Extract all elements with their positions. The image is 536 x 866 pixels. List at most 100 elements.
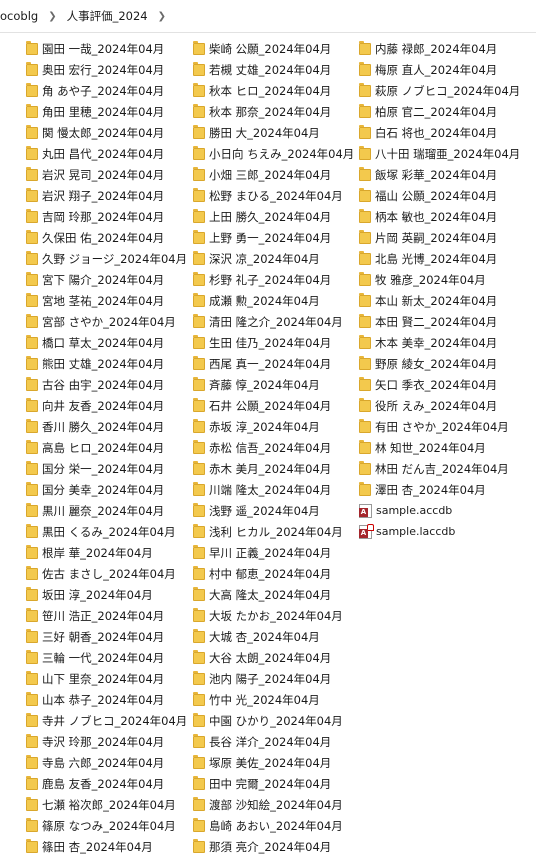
- folder-item[interactable]: 石井 公願_2024年04月: [193, 395, 354, 416]
- folder-item[interactable]: 浅利 ヒカル_2024年04月: [193, 521, 354, 542]
- folder-item[interactable]: 川端 隆太_2024年04月: [193, 479, 354, 500]
- folder-item[interactable]: 柄本 敏也_2024年04月: [359, 206, 520, 227]
- folder-item[interactable]: 杉野 礼子_2024年04月: [193, 269, 354, 290]
- folder-item[interactable]: 久保田 佑_2024年04月: [26, 227, 187, 248]
- folder-item[interactable]: 関 慢太郎_2024年04月: [26, 122, 187, 143]
- folder-item[interactable]: 柴崎 公願_2024年04月: [193, 38, 354, 59]
- folder-item[interactable]: 澤田 杏_2024年04月: [359, 479, 520, 500]
- breadcrumb-parent[interactable]: ocoblg: [0, 9, 40, 23]
- folder-item[interactable]: 宮下 陽介_2024年04月: [26, 269, 187, 290]
- folder-item[interactable]: 生田 佳乃_2024年04月: [193, 332, 354, 353]
- folder-item[interactable]: 大谷 太朗_2024年04月: [193, 647, 354, 668]
- folder-item[interactable]: 役所 えみ_2024年04月: [359, 395, 520, 416]
- folder-item[interactable]: 渡部 沙知絵_2024年04月: [193, 794, 354, 815]
- folder-item[interactable]: 勝田 大_2024年04月: [193, 122, 354, 143]
- folder-item[interactable]: 山下 里奈_2024年04月: [26, 668, 187, 689]
- folder-item[interactable]: 萩原 ノブヒコ_2024年04月: [359, 80, 520, 101]
- folder-item[interactable]: 久野 ジョージ_2024年04月: [26, 248, 187, 269]
- folder-item[interactable]: 柏原 官二_2024年04月: [359, 101, 520, 122]
- folder-item[interactable]: 秋本 那奈_2024年04月: [193, 101, 354, 122]
- folder-item[interactable]: 山本 恭子_2024年04月: [26, 689, 187, 710]
- folder-item[interactable]: 林 知世_2024年04月: [359, 437, 520, 458]
- folder-item[interactable]: 中園 ひかり_2024年04月: [193, 710, 354, 731]
- folder-item[interactable]: 黒田 くるみ_2024年04月: [26, 521, 187, 542]
- chevron-right-icon[interactable]: ❯: [48, 11, 56, 22]
- folder-item[interactable]: 坂田 淳_2024年04月: [26, 584, 187, 605]
- breadcrumb-current[interactable]: 人事評価_2024: [65, 8, 150, 24]
- folder-item[interactable]: 寺井 ノブヒコ_2024年04月: [26, 710, 187, 731]
- folder-item[interactable]: 寺島 六郎_2024年04月: [26, 752, 187, 773]
- folder-item[interactable]: 橋口 草太_2024年04月: [26, 332, 187, 353]
- folder-item[interactable]: 国分 美幸_2024年04月: [26, 479, 187, 500]
- folder-item[interactable]: 八十田 瑞瑠亜_2024年04月: [359, 143, 520, 164]
- folder-item[interactable]: 野原 綾女_2024年04月: [359, 353, 520, 374]
- folder-item[interactable]: 有田 さやか_2024年04月: [359, 416, 520, 437]
- folder-item[interactable]: 角 あや子_2024年04月: [26, 80, 187, 101]
- folder-item[interactable]: 福山 公願_2024年04月: [359, 185, 520, 206]
- file-item[interactable]: sample.accdb: [359, 500, 520, 521]
- folder-item[interactable]: 宮地 茎祐_2024年04月: [26, 290, 187, 311]
- folder-item[interactable]: 角田 里穂_2024年04月: [26, 101, 187, 122]
- folder-item[interactable]: 秋本 ヒロ_2024年04月: [193, 80, 354, 101]
- folder-item[interactable]: 大高 隆太_2024年04月: [193, 584, 354, 605]
- folder-item[interactable]: 向井 友香_2024年04月: [26, 395, 187, 416]
- folder-item[interactable]: 寺沢 玲那_2024年04月: [26, 731, 187, 752]
- folder-item[interactable]: 早川 正義_2024年04月: [193, 542, 354, 563]
- folder-item[interactable]: 岩沢 晃司_2024年04月: [26, 164, 187, 185]
- folder-item[interactable]: 斉藤 惇_2024年04月: [193, 374, 354, 395]
- folder-item[interactable]: 本田 賢二_2024年04月: [359, 311, 520, 332]
- folder-item[interactable]: 林田 だん吉_2024年04月: [359, 458, 520, 479]
- folder-item[interactable]: 飯塚 彩華_2024年04月: [359, 164, 520, 185]
- folder-item[interactable]: 木本 美幸_2024年04月: [359, 332, 520, 353]
- folder-item[interactable]: 丸田 昌代_2024年04月: [26, 143, 187, 164]
- folder-item[interactable]: 篠原 なつみ_2024年04月: [26, 815, 187, 836]
- folder-item[interactable]: 松野 まひる_2024年04月: [193, 185, 354, 206]
- folder-item[interactable]: 小畑 三郎_2024年04月: [193, 164, 354, 185]
- folder-item[interactable]: 塚原 美佐_2024年04月: [193, 752, 354, 773]
- file-item[interactable]: sample.laccdb: [359, 521, 520, 542]
- folder-item[interactable]: 片岡 英嗣_2024年04月: [359, 227, 520, 248]
- folder-item[interactable]: 宮部 さやか_2024年04月: [26, 311, 187, 332]
- folder-item[interactable]: 笹川 浩正_2024年04月: [26, 605, 187, 626]
- folder-item[interactable]: 本山 新太_2024年04月: [359, 290, 520, 311]
- chevron-right-icon[interactable]: ❯: [158, 11, 166, 22]
- folder-item[interactable]: 赤木 美月_2024年04月: [193, 458, 354, 479]
- folder-item[interactable]: 内藤 禄郎_2024年04月: [359, 38, 520, 59]
- folder-item[interactable]: 根岸 華_2024年04月: [26, 542, 187, 563]
- folder-item[interactable]: 小日向 ちえみ_2024年04月: [193, 143, 354, 164]
- folder-item[interactable]: 矢口 季衣_2024年04月: [359, 374, 520, 395]
- folder-item[interactable]: 梅原 直人_2024年04月: [359, 59, 520, 80]
- folder-item[interactable]: 長谷 洋介_2024年04月: [193, 731, 354, 752]
- folder-item[interactable]: 浅野 遥_2024年04月: [193, 500, 354, 521]
- folder-item[interactable]: 赤坂 淳_2024年04月: [193, 416, 354, 437]
- folder-item[interactable]: 北島 光博_2024年04月: [359, 248, 520, 269]
- folder-item[interactable]: 白石 将也_2024年04月: [359, 122, 520, 143]
- folder-item[interactable]: 西尾 真一_2024年04月: [193, 353, 354, 374]
- folder-item[interactable]: 若槻 丈雄_2024年04月: [193, 59, 354, 80]
- folder-item[interactable]: 竹中 光_2024年04月: [193, 689, 354, 710]
- folder-item[interactable]: 熊田 丈雄_2024年04月: [26, 353, 187, 374]
- folder-item[interactable]: 奥田 宏行_2024年04月: [26, 59, 187, 80]
- folder-item[interactable]: 黒川 麗奈_2024年04月: [26, 500, 187, 521]
- folder-item[interactable]: 岩沢 翔子_2024年04月: [26, 185, 187, 206]
- folder-item[interactable]: 鹿島 友香_2024年04月: [26, 773, 187, 794]
- folder-item[interactable]: 篠田 杏_2024年04月: [26, 836, 187, 857]
- folder-item[interactable]: 佐古 まさし_2024年04月: [26, 563, 187, 584]
- folder-item[interactable]: 深沢 凉_2024年04月: [193, 248, 354, 269]
- folder-item[interactable]: 牧 雅彦_2024年04月: [359, 269, 520, 290]
- folder-item[interactable]: 上野 勇一_2024年04月: [193, 227, 354, 248]
- folder-item[interactable]: 池内 陽子_2024年04月: [193, 668, 354, 689]
- folder-item[interactable]: 上田 勝久_2024年04月: [193, 206, 354, 227]
- folder-item[interactable]: 成瀬 勲_2024年04月: [193, 290, 354, 311]
- folder-item[interactable]: 国分 栄一_2024年04月: [26, 458, 187, 479]
- folder-item[interactable]: 大坂 たかお_2024年04月: [193, 605, 354, 626]
- folder-item[interactable]: 那須 亮介_2024年04月: [193, 836, 354, 857]
- folder-item[interactable]: 村中 郁恵_2024年04月: [193, 563, 354, 584]
- folder-item[interactable]: 高島 ヒロ_2024年04月: [26, 437, 187, 458]
- folder-item[interactable]: 島崎 あおい_2024年04月: [193, 815, 354, 836]
- folder-item[interactable]: 七瀬 裕次郎_2024年04月: [26, 794, 187, 815]
- folder-item[interactable]: 田中 完爾_2024年04月: [193, 773, 354, 794]
- folder-item[interactable]: 清田 隆之介_2024年04月: [193, 311, 354, 332]
- folder-item[interactable]: 古谷 由宇_2024年04月: [26, 374, 187, 395]
- folder-item[interactable]: 大城 杏_2024年04月: [193, 626, 354, 647]
